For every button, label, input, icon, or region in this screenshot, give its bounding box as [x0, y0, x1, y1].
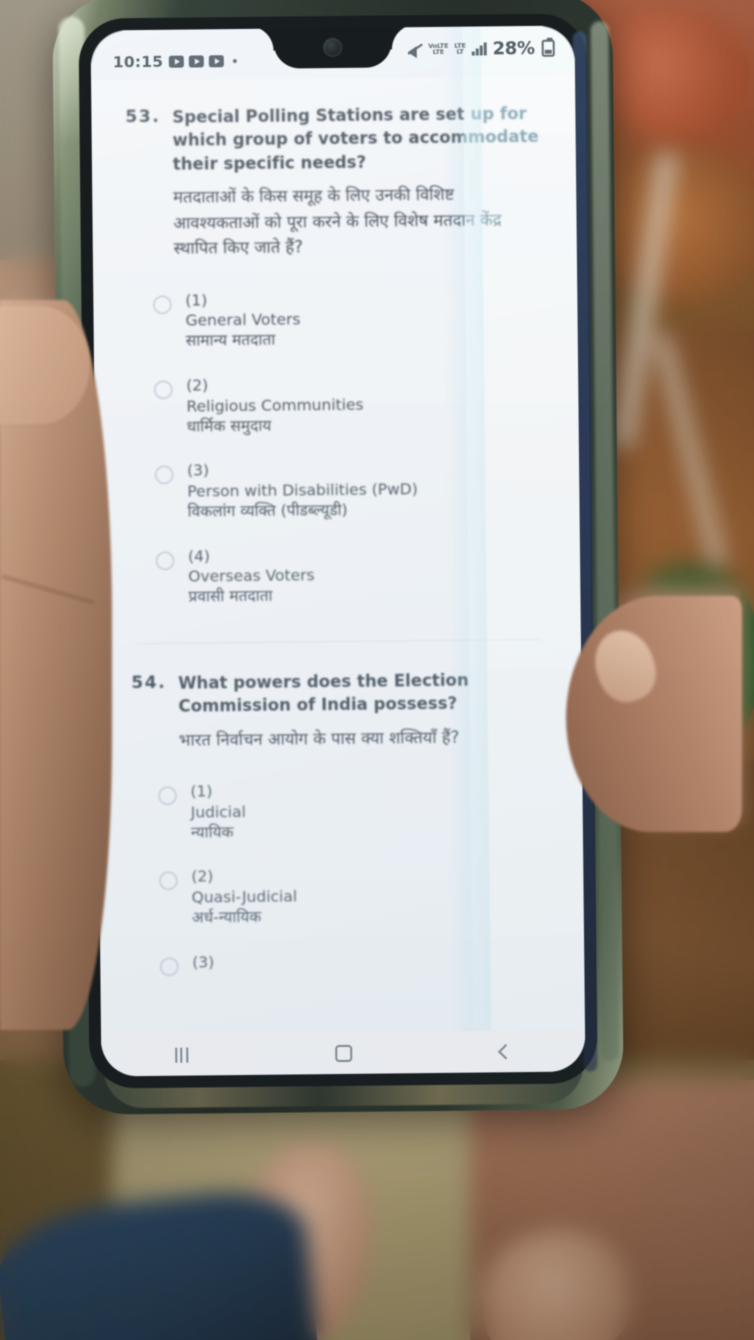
option-row[interactable]: (4) Overseas Voters प्रवासी मतदाता [155, 543, 547, 608]
battery-percent-label: 28% [492, 37, 535, 59]
option-body: (4) Overseas Voters प्रवासी मतदाता [188, 543, 547, 608]
display-notch [273, 25, 392, 69]
question-header: 53. Special Polling Stations are set up … [125, 102, 543, 262]
front-camera-icon [323, 37, 343, 58]
notification-icons [169, 55, 238, 68]
option-body: (1) General Voters सामान्य मतदाता [185, 288, 544, 353]
thumb [566, 596, 742, 832]
volte-icon: VoLTE LTE [428, 41, 449, 56]
option-body: (2) Religious Communities धार्मिक समुदाय [186, 373, 545, 438]
play-store-notification-icon [209, 55, 225, 68]
home-button-icon[interactable] [335, 1044, 353, 1062]
radio-button-icon[interactable] [159, 872, 178, 891]
question-divider [136, 638, 541, 644]
status-bar-clock: 10:15 [112, 52, 164, 72]
question-block: 54. What powers does the Election Commis… [131, 668, 550, 976]
question-text-wrapper: What powers does the Election Commission… [178, 668, 548, 753]
question-text-hindi: भारत निर्वाचन आयोग के पास क्या शक्तियाँ … [178, 727, 460, 750]
back-button-icon[interactable] [498, 1043, 514, 1060]
option-body: (1) Judicial न्यायिक [190, 779, 549, 844]
option-list: (1) Judicial न्यायिक (2) Quasi-Judicial … [132, 779, 550, 976]
question-block: 53. Special Polling Stations are set up … [125, 102, 546, 609]
option-number: (3) [192, 952, 215, 972]
option-text-hindi: विकलांग व्यक्ति (पीडब्ल्यूडी) [187, 500, 348, 521]
option-text-hindi: धार्मिक समुदाय [186, 416, 272, 436]
question-header: 54. What powers does the Election Commis… [131, 668, 548, 754]
question-number: 53. [125, 106, 161, 128]
battery-icon [541, 39, 555, 57]
more-notifications-dot-icon [233, 59, 238, 64]
recents-button-icon[interactable] [174, 1047, 189, 1063]
question-number: 54. [131, 672, 167, 693]
quiz-content[interactable]: 53. Special Polling Stations are set up … [91, 75, 586, 1035]
radio-button-icon[interactable] [158, 786, 177, 806]
status-bar-left: 10:15 [113, 52, 238, 71]
radio-button-icon[interactable] [160, 957, 179, 976]
radio-button-icon[interactable] [153, 295, 172, 314]
option-text-hindi: अर्ध-न्यायिक [191, 907, 262, 927]
radio-button-icon[interactable] [155, 551, 175, 570]
option-row[interactable]: (3) Person with Disabilities (PwD) विकला… [155, 458, 546, 523]
option-row[interactable]: (2) Religious Communities धार्मिक समुदाय [154, 373, 545, 438]
question-text-english: What powers does the Election Commission… [178, 670, 469, 716]
option-body: (2) Quasi-Judicial अर्ध-न्यायिक [191, 864, 550, 929]
option-list: (1) General Voters सामान्य मतदाता (2) Re… [127, 288, 546, 609]
question-text-wrapper: Special Polling Stations are set up for … [172, 102, 543, 262]
radio-button-icon[interactable] [155, 466, 174, 485]
option-body: (3) Person with Disabilities (PwD) विकला… [187, 458, 546, 523]
play-store-notification-icon [189, 55, 205, 68]
smartphone: 10:15 VoLTE LTE LTE LT 28% 53. Special P… [52, 0, 624, 1115]
question-text-hindi: मतदाताओं के किस समूह के लिए उनकी विशिष्ट… [173, 185, 502, 259]
option-row[interactable]: (1) Judicial न्यायिक [158, 779, 549, 844]
android-navigation-bar [101, 1029, 586, 1077]
play-store-notification-icon [169, 55, 185, 68]
option-body: (3) [192, 949, 550, 972]
lte-icon: LTE LT [454, 41, 466, 56]
signal-bars-icon [471, 41, 487, 56]
option-row[interactable]: (1) General Voters सामान्य मतदाता [153, 288, 544, 353]
option-text-hindi: प्रवासी मतदाता [188, 586, 273, 606]
radio-button-icon[interactable] [154, 380, 173, 400]
question-text-english: Special Polling Stations are set up for … [172, 104, 539, 174]
status-bar-right: VoLTE LTE LTE LT 28% [407, 37, 555, 60]
option-text-hindi: सामान्य मतदाता [185, 331, 276, 351]
option-row-partial[interactable]: (3) [160, 949, 550, 976]
option-row[interactable]: (2) Quasi-Judicial अर्ध-न्यायिक [159, 864, 550, 929]
option-text-hindi: न्यायिक [190, 822, 234, 842]
phone-screen[interactable]: 10:15 VoLTE LTE LTE LT 28% 53. Special P… [90, 25, 586, 1077]
